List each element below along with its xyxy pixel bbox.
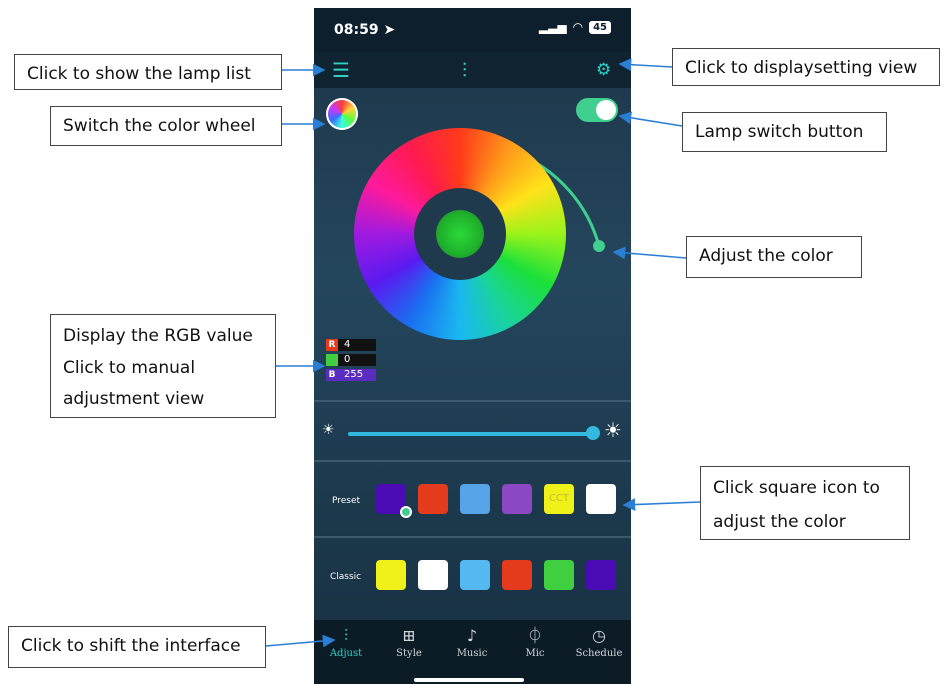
rgb-b-value: 255 bbox=[338, 369, 376, 381]
divider bbox=[314, 400, 631, 402]
rgb-row-g: G 0 bbox=[326, 353, 376, 367]
classic-swatch[interactable] bbox=[502, 560, 532, 590]
sliders-icon[interactable]: ⫶ bbox=[462, 58, 467, 82]
rgb-row-b: B 255 bbox=[326, 368, 376, 382]
callout-setting-view: Click to displaysetting view bbox=[672, 48, 940, 86]
classic-swatch[interactable] bbox=[376, 560, 406, 590]
clock-icon: ◷ bbox=[592, 626, 606, 645]
callout-lamp-list: Click to show the lamp list bbox=[14, 54, 282, 90]
callout-square-icon: Click square icon to adjust the color bbox=[700, 466, 910, 540]
tab-adjust[interactable]: ⫶ Adjust bbox=[316, 626, 376, 659]
sliders-icon: ⫶ bbox=[343, 626, 348, 645]
brightness-high-icon: ☀ bbox=[604, 418, 622, 442]
rgb-r-label: R bbox=[326, 339, 338, 351]
classic-swatch[interactable] bbox=[418, 560, 448, 590]
callout-lamp-switch: Lamp switch button bbox=[682, 112, 887, 152]
tab-mic[interactable]: ⏀ Mic bbox=[505, 626, 565, 659]
preset-label: Preset bbox=[332, 496, 361, 506]
selected-color-preview bbox=[436, 210, 484, 258]
rgb-value-display[interactable]: R 4 G 0 B 255 bbox=[326, 338, 376, 383]
tab-label: Music bbox=[456, 648, 488, 659]
classic-label: Classic bbox=[330, 572, 362, 582]
phone-screen: 08:59 ➤ ▂▃▅ ◠ 45 ☰ ⫶ ⚙ R 4 G 0 B 255 ☀ ☀… bbox=[314, 8, 631, 684]
cct-label: CCT bbox=[548, 493, 570, 504]
preset-swatch[interactable] bbox=[586, 484, 616, 514]
brightness-slider-thumb[interactable] bbox=[586, 426, 600, 440]
tab-label: Mic bbox=[525, 648, 545, 659]
arrow-square-icon bbox=[622, 498, 701, 511]
battery-icon: 45 bbox=[589, 20, 611, 34]
status-bar: 08:59 ➤ ▂▃▅ ◠ 45 bbox=[314, 8, 631, 52]
tab-label: Adjust bbox=[329, 648, 363, 659]
status-icons: ▂▃▅ ◠ 45 bbox=[539, 20, 611, 34]
list-icon[interactable]: ☰ bbox=[332, 58, 350, 82]
color-wheel-center bbox=[414, 188, 506, 280]
callout-adjust-color: Adjust the color bbox=[686, 236, 862, 278]
callout-rgb-line2: Click to manual bbox=[63, 358, 196, 379]
grid-icon: ⊞ bbox=[402, 626, 416, 645]
callout-color-wheel: Switch the color wheel bbox=[50, 106, 282, 146]
classic-swatch[interactable] bbox=[460, 560, 490, 590]
preset-swatch[interactable] bbox=[376, 484, 412, 518]
brightness-slider-track[interactable] bbox=[348, 432, 596, 436]
callout-shift-interface: Click to shift the interface bbox=[8, 626, 266, 668]
callout-rgb-line1: Display the RGB value bbox=[63, 326, 253, 346]
callout-square-line2: adjust the color bbox=[713, 512, 846, 533]
classic-swatch[interactable] bbox=[586, 560, 616, 590]
selected-indicator-icon bbox=[400, 506, 412, 518]
preset-swatch[interactable] bbox=[460, 484, 490, 514]
bottom-tab-bar: ⫶ Adjust ⊞ Style ♪ Music ⏀ Mic ◷ Schedul… bbox=[314, 620, 631, 684]
top-nav-bar: ☰ ⫶ ⚙ bbox=[314, 52, 631, 88]
signal-icon: ▂▃▅ bbox=[538, 20, 567, 34]
rgb-g-value: 0 bbox=[338, 354, 376, 366]
tab-label: Style bbox=[396, 648, 422, 659]
note-icon: ♪ bbox=[466, 626, 478, 645]
preset-swatch[interactable]: CCT bbox=[544, 484, 574, 514]
callout-rgb-line3: adjustment view bbox=[63, 388, 205, 409]
tab-style[interactable]: ⊞ Style bbox=[379, 626, 439, 659]
gear-icon[interactable]: ⚙ bbox=[596, 58, 611, 82]
rgb-g-label: G bbox=[326, 354, 338, 366]
preset-swatch[interactable] bbox=[502, 484, 532, 514]
classic-swatch[interactable] bbox=[544, 560, 574, 590]
wifi-icon: ◠ bbox=[572, 20, 584, 34]
preset-swatch[interactable] bbox=[418, 484, 448, 514]
tab-label: Schedule bbox=[575, 648, 623, 659]
tab-music[interactable]: ♪ Music bbox=[442, 626, 502, 659]
brightness-low-icon: ☀ bbox=[322, 422, 335, 438]
divider bbox=[314, 460, 631, 462]
rgb-r-value: 4 bbox=[338, 339, 376, 351]
tab-schedule[interactable]: ◷ Schedule bbox=[569, 626, 629, 659]
callout-square-line1: Click square icon to bbox=[713, 478, 880, 498]
status-time: 08:59 ➤ bbox=[334, 22, 396, 38]
mic-icon: ⏀ bbox=[526, 626, 543, 645]
rgb-b-label: B bbox=[326, 369, 338, 381]
rgb-row-r: R 4 bbox=[326, 338, 376, 352]
home-indicator bbox=[414, 678, 524, 682]
callout-rgb-value: Display the RGB value Click to manual ad… bbox=[50, 314, 276, 418]
divider bbox=[314, 536, 631, 538]
color-wheel[interactable] bbox=[354, 128, 566, 340]
